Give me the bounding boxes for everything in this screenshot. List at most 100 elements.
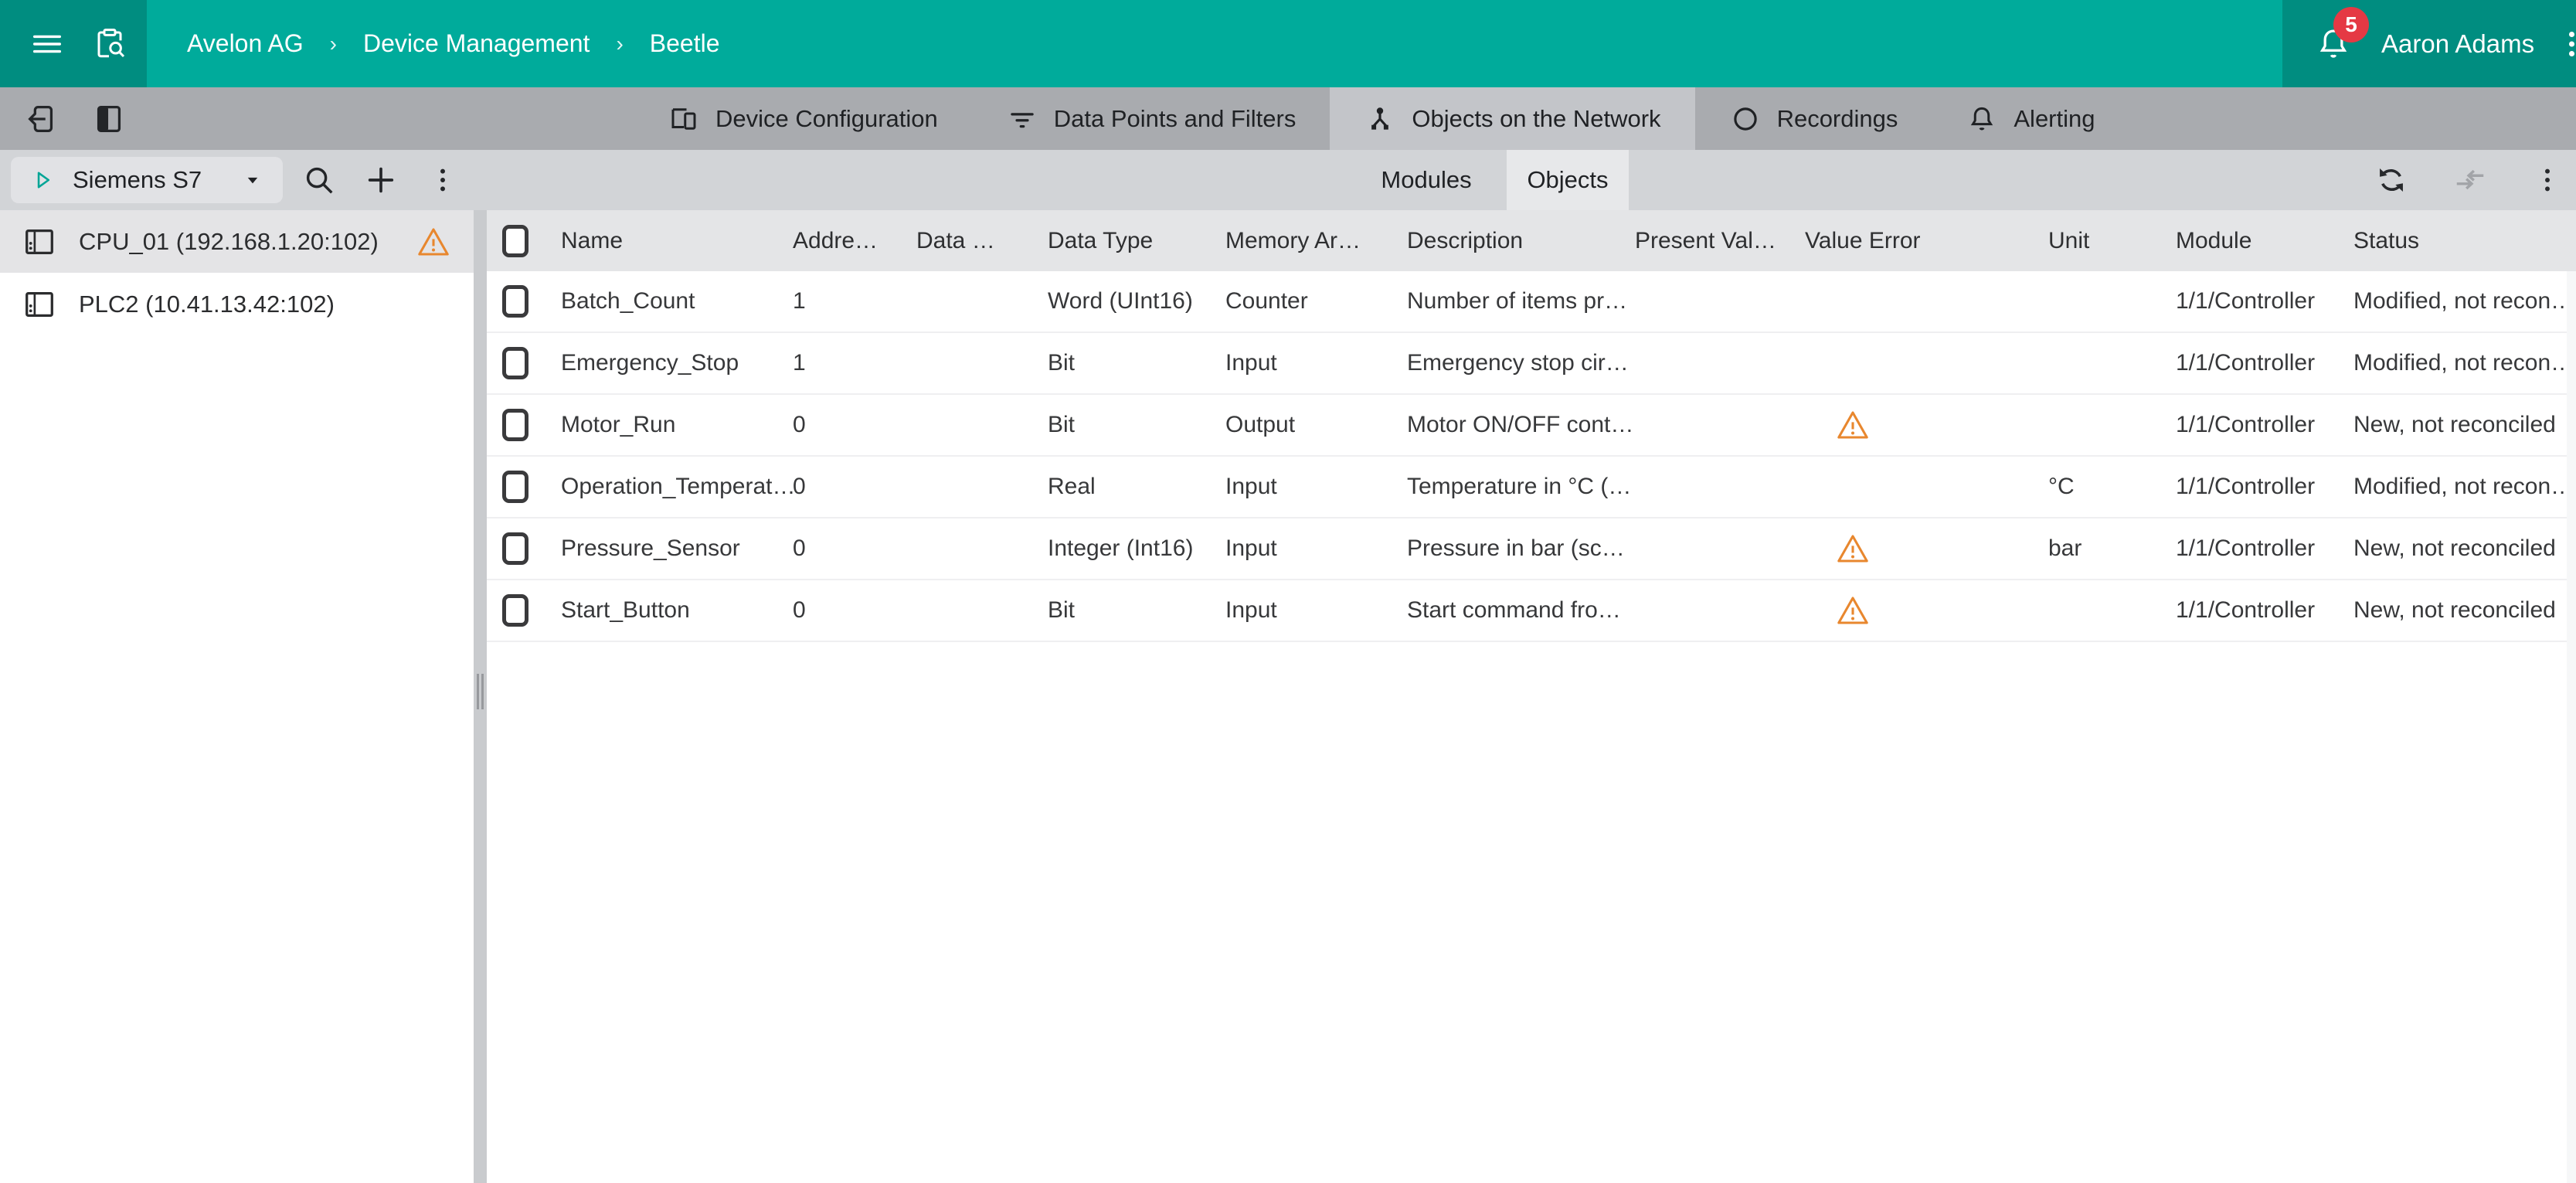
cell-address: 0 <box>793 597 916 624</box>
tab-device-configuration[interactable]: Device Configuration <box>634 87 972 150</box>
cell-description: Emergency stop cir… <box>1407 350 1635 376</box>
cell-module: 1/1/Controller <box>2176 288 2353 314</box>
tab-objects[interactable]: Objects <box>1507 150 1629 210</box>
table-row[interactable]: Start_Button0BitInputStart command fro… … <box>487 580 2576 642</box>
column-header-address[interactable]: Addre… <box>793 228 916 254</box>
modules-objects-tabs: Modules Objects <box>1346 150 1629 210</box>
device-search-button[interactable] <box>91 25 128 63</box>
user-menu[interactable]: Aaron Adams <box>2381 29 2534 59</box>
row-checkbox[interactable] <box>502 285 528 318</box>
table-body: Batch_Count1Word (UInt16)CounterNumber o… <box>487 271 2576 642</box>
plc-device-icon <box>22 287 57 322</box>
cell-status: New, not reconciled <box>2353 535 2576 562</box>
cell-address: 1 <box>793 350 916 376</box>
tab-label: Alerting <box>2014 105 2095 133</box>
column-header-data-type[interactable]: Data Type <box>1048 228 1225 254</box>
cell-memory-area: Input <box>1225 597 1407 624</box>
section-nav-bar: Device Configuration Data Points and Fil… <box>0 87 2576 150</box>
cell-memory-area: Input <box>1225 535 1407 562</box>
cell-name: Pressure_Sensor <box>561 535 793 562</box>
column-header-unit[interactable]: Unit <box>2048 228 2176 254</box>
table-row[interactable]: Emergency_Stop1BitInputEmergency stop ci… <box>487 333 2576 395</box>
chevron-down-icon <box>241 168 264 192</box>
more-options-button[interactable] <box>2531 164 2564 196</box>
device-label: PLC2 (10.41.13.42:102) <box>79 291 429 318</box>
cell-memory-area: Output <box>1225 412 1407 438</box>
toggle-sidebar-button[interactable] <box>91 101 127 137</box>
more-options-button[interactable] <box>416 150 470 210</box>
reconcile-button[interactable] <box>2452 162 2488 198</box>
cell-data-type: Bit <box>1048 597 1225 624</box>
clipboard-search-icon <box>91 25 128 63</box>
cell-unit: bar <box>2048 535 2176 562</box>
table-row[interactable]: Operation_Temperat…0RealInputTemperature… <box>487 457 2576 518</box>
column-header-name[interactable]: Name <box>561 228 793 254</box>
row-checkbox[interactable] <box>502 347 528 379</box>
row-checkbox[interactable] <box>502 471 528 503</box>
column-header-present-value[interactable]: Present Val… <box>1635 228 1805 254</box>
exit-icon <box>23 101 59 137</box>
record-circle-icon <box>1729 103 1762 135</box>
table-header-row: Name Addre… Data … Data Type Memory Ar… … <box>487 210 2576 271</box>
tab-modules[interactable]: Modules <box>1346 150 1507 210</box>
warning-icon <box>416 226 450 257</box>
cell-data-type: Bit <box>1048 350 1225 376</box>
breadcrumb-item-section[interactable]: Device Management <box>363 29 590 58</box>
cell-value-error <box>1805 533 2048 564</box>
table-row[interactable]: Motor_Run0BitOutputMotor ON/OFF cont… 1/… <box>487 395 2576 457</box>
content-area: CPU_01 (192.168.1.20:102) PLC2 (10.41.13… <box>0 210 2576 1183</box>
cell-name: Start_Button <box>561 597 793 624</box>
cell-description: Start command fro… <box>1407 597 1635 624</box>
driver-selector-label: Siemens S7 <box>73 166 241 194</box>
breadcrumb-item-company[interactable]: Avelon AG <box>187 29 304 58</box>
sidebar-item-plc2[interactable]: PLC2 (10.41.13.42:102) <box>0 273 474 335</box>
warning-icon <box>1836 410 1870 440</box>
cell-module: 1/1/Controller <box>2176 535 2353 562</box>
search-icon <box>301 162 337 198</box>
filter-icon <box>1006 103 1038 135</box>
kebab-icon <box>427 164 459 196</box>
tab-recordings[interactable]: Recordings <box>1695 87 1932 150</box>
cell-status: Modified, not recon… <box>2353 350 2576 376</box>
column-header-status[interactable]: Status <box>2353 228 2576 254</box>
breadcrumb-item-device[interactable]: Beetle <box>650 29 720 58</box>
search-button[interactable] <box>292 150 346 210</box>
section-tabs: Device Configuration Data Points and Fil… <box>634 87 2129 150</box>
cell-data-type: Bit <box>1048 412 1225 438</box>
cell-name: Operation_Temperat… <box>561 474 793 500</box>
refresh-button[interactable] <box>2374 162 2409 198</box>
scrollbar-track[interactable] <box>2567 271 2576 1183</box>
select-all-checkbox[interactable] <box>502 225 528 257</box>
table-row[interactable]: Batch_Count1Word (UInt16)CounterNumber o… <box>487 271 2576 333</box>
topbar-right-section: 5 Aaron Adams <box>2282 0 2576 87</box>
tab-data-points-and-filters[interactable]: Data Points and Filters <box>972 87 1330 150</box>
top-app-bar: Avelon AG › Device Management › Beetle 5… <box>0 0 2576 87</box>
column-header-memory-area[interactable]: Memory Ar… <box>1225 228 1407 254</box>
column-header-module[interactable]: Module <box>2176 228 2353 254</box>
row-checkbox[interactable] <box>502 409 528 441</box>
cell-unit: °C <box>2048 474 2176 500</box>
column-header-description[interactable]: Description <box>1407 228 1635 254</box>
row-checkbox[interactable] <box>502 594 528 627</box>
table-row[interactable]: Pressure_Sensor0Integer (Int16)InputPres… <box>487 518 2576 580</box>
plc-device-icon <box>22 224 57 260</box>
sidebar-splitter[interactable] <box>474 210 487 1183</box>
driver-selector[interactable]: Siemens S7 <box>11 157 283 203</box>
column-header-value-error[interactable]: Value Error <box>1805 228 2048 254</box>
warning-icon <box>1836 533 1870 564</box>
exit-view-button[interactable] <box>23 101 59 137</box>
cell-description: Temperature in °C (… <box>1407 474 1635 500</box>
breadcrumb: Avelon AG › Device Management › Beetle <box>147 0 2282 87</box>
tab-alerting[interactable]: Alerting <box>1932 87 2129 150</box>
add-object-button[interactable] <box>354 150 408 210</box>
cell-module: 1/1/Controller <box>2176 412 2353 438</box>
tab-objects-on-the-network[interactable]: Objects on the Network <box>1330 87 1694 150</box>
column-header-data[interactable]: Data … <box>916 228 1048 254</box>
row-checkbox[interactable] <box>502 532 528 565</box>
tab-label: Objects on the Network <box>1412 105 1660 133</box>
apps-grid-button[interactable] <box>2562 25 2576 63</box>
cell-memory-area: Input <box>1225 474 1407 500</box>
tab-label: Device Configuration <box>715 105 938 133</box>
sidebar-item-cpu01[interactable]: CPU_01 (192.168.1.20:102) <box>0 210 474 273</box>
hamburger-menu-button[interactable] <box>29 26 65 62</box>
